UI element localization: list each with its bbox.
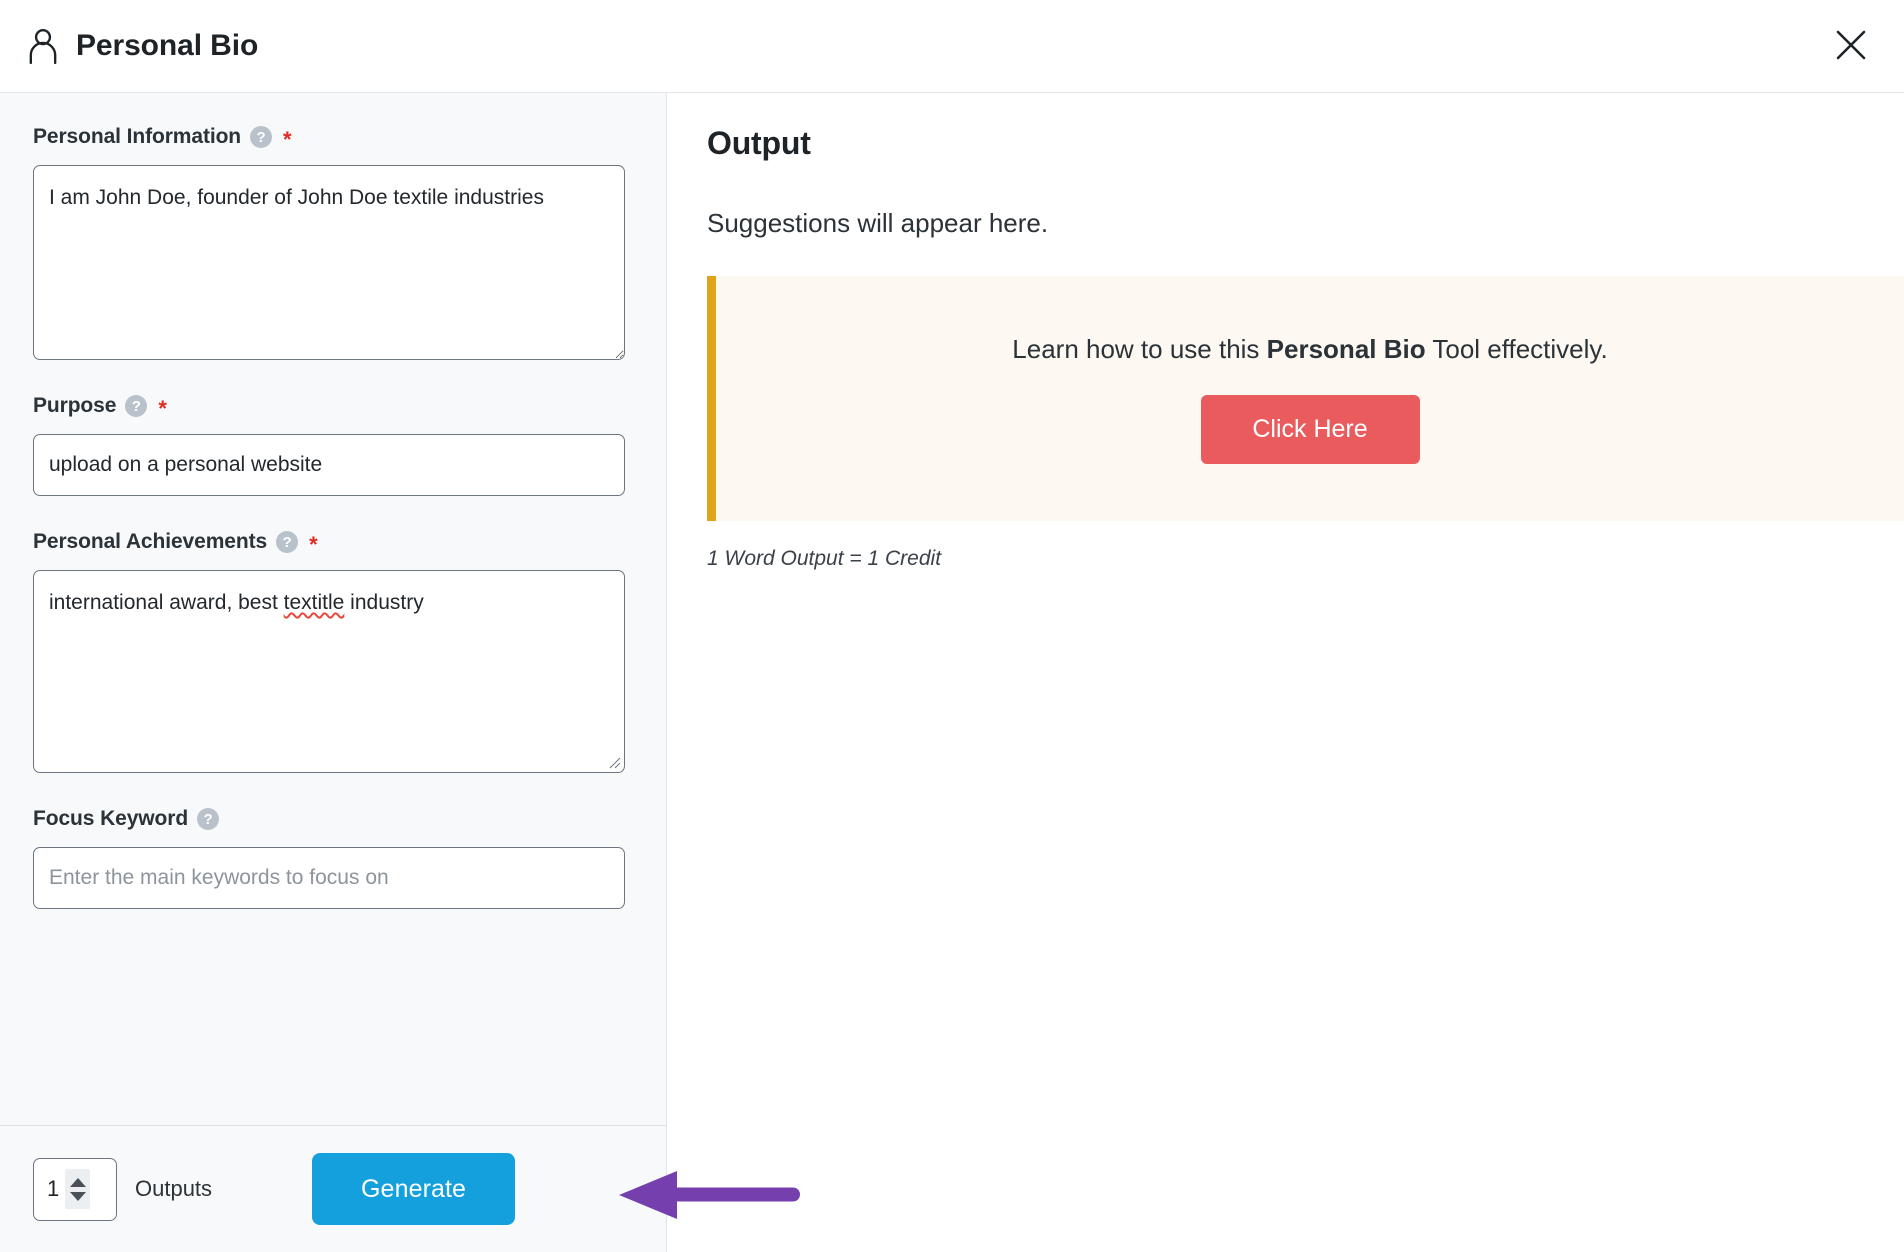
chevron-up-icon[interactable] — [69, 1177, 86, 1187]
notice-text-bold: Personal Bio — [1266, 333, 1426, 364]
outputs-value: 1 — [47, 1176, 60, 1201]
notice-text-before: Learn how to use this — [1012, 333, 1267, 364]
question-mark-icon[interactable]: ? — [125, 395, 148, 417]
personal-achievements-textarea[interactable]: international award, best textitle indus… — [33, 570, 625, 773]
form-scroll-area: Personal Information ? * Purpose ? * — [0, 93, 666, 1125]
field-focus-keyword: Focus Keyword ? — [33, 807, 636, 909]
required-asterisk: * — [309, 532, 318, 557]
header-left-group: Personal Bio — [26, 28, 258, 64]
required-asterisk: * — [158, 396, 167, 421]
form-footer-bar: 1 Outputs Generate — [0, 1125, 666, 1252]
focus-keyword-input[interactable] — [33, 847, 625, 909]
field-label-personal-information: Personal Information — [33, 125, 242, 148]
chevron-down-icon[interactable] — [69, 1191, 86, 1201]
field-label-row: Personal Information ? * — [33, 125, 636, 152]
question-mark-icon[interactable]: ? — [250, 126, 273, 148]
notice-text: Learn how to use this Personal Bio Tool … — [1012, 334, 1607, 365]
personal-information-textarea[interactable] — [33, 165, 625, 360]
question-mark-icon[interactable]: ? — [276, 531, 299, 553]
stepper-arrows[interactable] — [65, 1169, 91, 1209]
credit-note: 1 Word Output = 1 Credit — [707, 547, 942, 570]
close-button[interactable] — [1828, 23, 1874, 69]
field-purpose: Purpose ? * — [33, 394, 636, 496]
person-icon — [26, 28, 60, 64]
page-title: Personal Bio — [76, 29, 259, 62]
achievements-text-suffix: industry — [344, 591, 424, 614]
output-placeholder-text: Suggestions will appear here. — [707, 208, 1049, 238]
achievements-misspelled-word: textitle — [283, 591, 345, 614]
field-label-focus-keyword: Focus Keyword — [33, 807, 189, 830]
help-notice-box: Learn how to use this Personal Bio Tool … — [707, 276, 1904, 521]
outputs-label: Outputs — [135, 1176, 213, 1201]
generate-button[interactable]: Generate — [312, 1153, 516, 1225]
output-title: Output — [707, 125, 811, 161]
field-personal-achievements: Personal Achievements ? * international … — [33, 530, 636, 773]
required-asterisk: * — [283, 127, 292, 152]
field-label-purpose: Purpose — [33, 394, 117, 417]
notice-text-after: Tool effectively. — [1425, 333, 1608, 364]
field-label-row: Purpose ? * — [33, 394, 636, 421]
achievements-text-prefix: international award, best — [49, 591, 284, 614]
question-mark-icon[interactable]: ? — [197, 808, 220, 830]
field-label-row: Personal Achievements ? * — [33, 530, 636, 557]
field-personal-information: Personal Information ? * — [33, 125, 636, 360]
form-panel: Personal Information ? * Purpose ? * — [0, 93, 667, 1252]
output-panel: Output Suggestions will appear here. Lea… — [667, 93, 1904, 1252]
click-here-button[interactable]: Click Here — [1200, 394, 1420, 464]
outputs-stepper[interactable]: 1 — [33, 1157, 117, 1221]
close-icon — [1834, 28, 1868, 65]
field-label-row: Focus Keyword ? — [33, 807, 636, 831]
modal-header: Personal Bio — [0, 0, 1904, 93]
field-label-personal-achievements: Personal Achievements — [33, 530, 268, 553]
personal-bio-modal: Personal Bio Personal Information ? * I … — [0, 0, 1904, 1252]
resize-grip-icon — [609, 757, 621, 769]
modal-body: Personal Information ? * Purpose ? * — [0, 93, 1904, 1252]
purpose-input[interactable] — [33, 434, 625, 496]
